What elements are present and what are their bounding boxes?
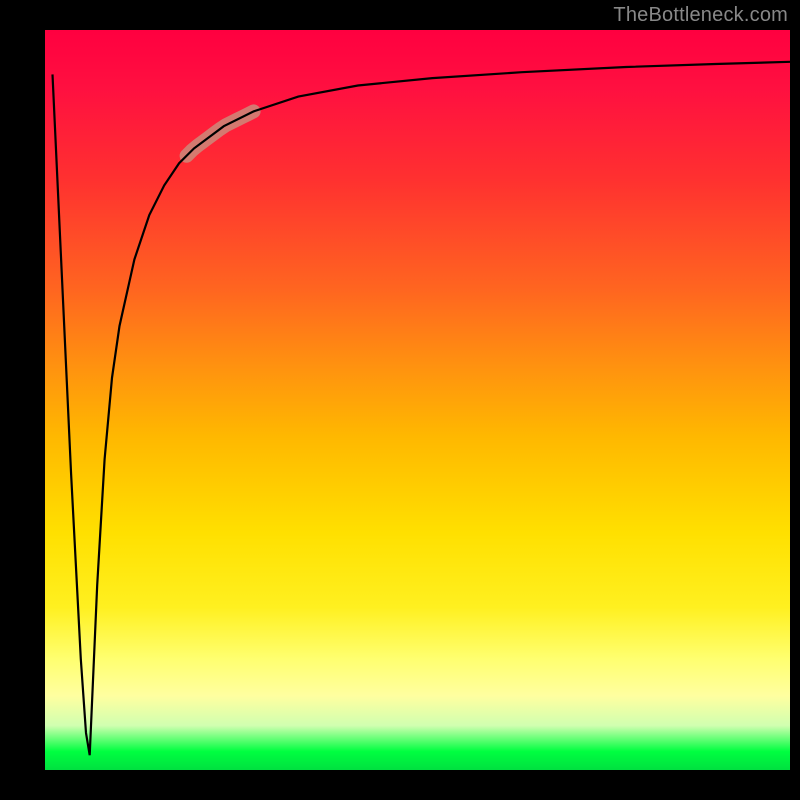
gradient-background [45, 30, 790, 770]
chart-container: TheBottleneck.com [0, 0, 800, 800]
watermark-text: TheBottleneck.com [613, 4, 788, 27]
plot-area [45, 30, 790, 770]
